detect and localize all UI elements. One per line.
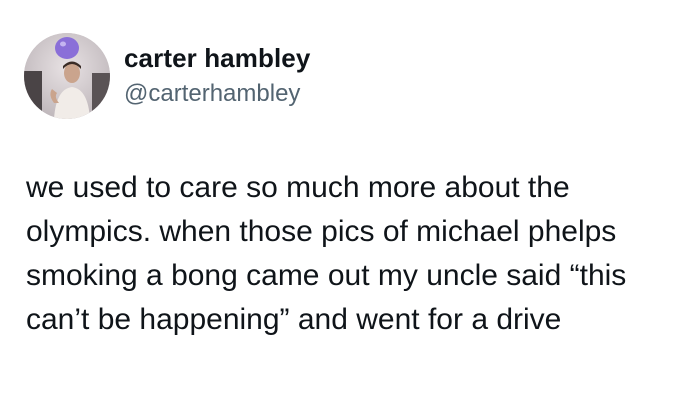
tweet-text-line: olympics. when those pics of michael phe… xyxy=(26,215,617,248)
avatar-photo xyxy=(24,33,110,119)
author-handle[interactable]: @carterhambley xyxy=(124,79,300,109)
tweet-text-line: we used to care so much more about the xyxy=(26,171,570,204)
tweet-text-line: can’t be happening” and went for a drive xyxy=(26,303,562,336)
tweet-text-line: smoking a bong came out my uncle said “t… xyxy=(26,259,627,292)
tweet-card: carter hambley @carterhambley we used to… xyxy=(0,0,700,410)
tweet-text: we used to care so much more about the o… xyxy=(26,166,686,342)
author-name[interactable]: carter hambley xyxy=(124,42,310,74)
avatar[interactable] xyxy=(24,33,110,119)
